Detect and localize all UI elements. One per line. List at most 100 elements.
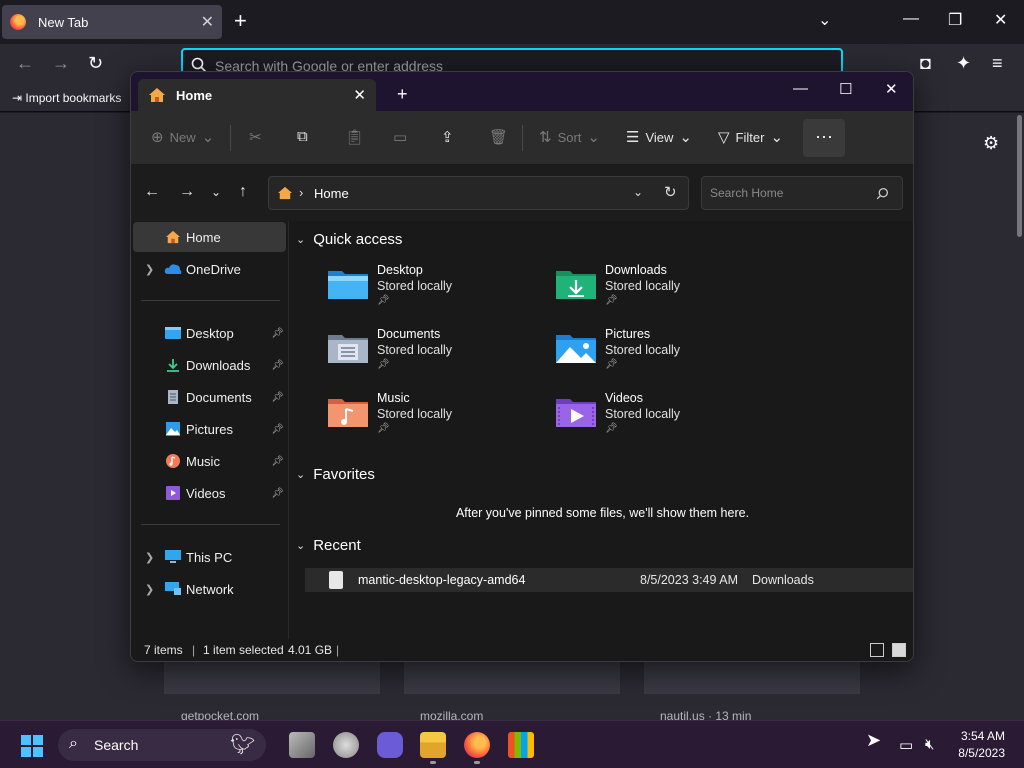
task-view-icon[interactable] (289, 732, 315, 758)
recent-header[interactable]: ⌄ Recent (296, 537, 361, 554)
back-icon[interactable]: ← (16, 53, 34, 74)
pin-icon: 📌︎ (271, 359, 284, 371)
music-folder-icon (328, 399, 368, 427)
quick-access-item[interactable]: Pictures Stored locally 📌︎ (555, 327, 755, 381)
import-bookmarks-link[interactable]: ⇥ Import bookmarks (12, 91, 121, 105)
file-date: 8/5/2023 3:49 AM (640, 573, 738, 587)
search-input[interactable]: Search Home (701, 176, 903, 210)
quick-access-header[interactable]: ⌄ Quick access (296, 231, 402, 248)
new-tab-button[interactable]: + (234, 10, 247, 32)
pin-icon: 📌︎ (605, 359, 618, 370)
top-site-tile[interactable] (164, 660, 380, 694)
section-title: Recent (313, 537, 361, 554)
browser-tab-bar: New Tab ✕ + ⌄ — ❐ ✕ (0, 0, 1024, 44)
delete-icon[interactable]: 🗑︎ (489, 128, 508, 146)
quick-access-item[interactable]: Documents Stored locally 📌︎ (327, 327, 527, 381)
taskbar-search[interactable]: ⌕ Search 🐦︎ (58, 729, 266, 761)
new-tab-button[interactable]: + (397, 84, 408, 105)
recent-locations-icon[interactable]: ⌄ (211, 185, 221, 199)
see-more-button[interactable]: ··· (803, 119, 845, 157)
list-tabs-icon[interactable]: ⌄ (818, 10, 831, 30)
reload-icon[interactable]: ↻ (88, 53, 103, 74)
explorer-tab[interactable]: Home ✕ (138, 79, 376, 111)
maximize-button[interactable]: ☐ (839, 80, 852, 98)
page-scrollbar[interactable] (1017, 115, 1022, 237)
share-icon[interactable]: ⇪ (441, 128, 454, 146)
view-button[interactable]: ☰ View ⌄ (626, 128, 692, 146)
chevron-right-icon[interactable]: ❯ (145, 551, 154, 564)
extensions-icon[interactable]: ✦ (956, 53, 971, 74)
recent-file-row[interactable]: mantic-desktop-legacy-amd64 8/5/2023 3:4… (305, 568, 913, 592)
filter-label: Filter (735, 129, 765, 145)
home-icon (278, 186, 292, 200)
divider (141, 524, 280, 525)
chevron-right-icon[interactable]: ❯ (145, 583, 154, 596)
quick-access-item[interactable]: Desktop Stored locally 📌︎ (327, 263, 527, 317)
clock-time[interactable]: 3:54 AM (950, 729, 1005, 743)
restore-button[interactable]: ❐ (948, 10, 962, 30)
network-status-icon[interactable]: ▭ (899, 736, 913, 754)
teams-chat-icon[interactable] (377, 732, 403, 758)
sidebar-item-videos[interactable]: Videos 📌︎ (133, 478, 286, 508)
close-tab-icon[interactable]: ✕ (201, 12, 214, 32)
sidebar-item-downloads[interactable]: Downloads 📌︎ (133, 350, 286, 380)
sidebar-item-network[interactable]: ❯ Network (133, 574, 286, 604)
top-site-tile[interactable] (644, 660, 860, 694)
widgets-icon[interactable] (333, 732, 359, 758)
top-site-tile[interactable] (404, 660, 620, 694)
volume-muted-icon[interactable]: 🔇︎ (925, 736, 934, 753)
close-tab-icon[interactable]: ✕ (353, 86, 366, 104)
up-icon[interactable]: ↑ (239, 183, 247, 201)
chevron-right-icon[interactable]: ❯ (145, 263, 154, 276)
tiles-view-icon[interactable] (892, 643, 906, 657)
copy-icon[interactable]: ⧉ (297, 128, 308, 145)
sidebar-label: Home (186, 229, 221, 245)
breadcrumb-home[interactable]: Home (314, 186, 349, 201)
menu-icon[interactable]: ≡ (992, 53, 1003, 74)
sidebar-item-documents[interactable]: Documents 📌︎ (133, 382, 286, 412)
quick-access-item[interactable]: Music Stored locally 📌︎ (327, 391, 527, 445)
new-button[interactable]: ⊕ New ⌄ (151, 128, 214, 146)
clock-date[interactable]: 8/5/2023 (950, 746, 1005, 760)
sidebar-item-this-pc[interactable]: ❯ This PC (133, 542, 286, 572)
sidebar-item-pictures[interactable]: Pictures 📌︎ (133, 414, 286, 444)
filter-button[interactable]: ▽ Filter ⌄ (718, 128, 783, 146)
item-status: Stored locally (605, 343, 681, 357)
breadcrumb[interactable]: › Home ⌄ ↻ (268, 176, 689, 210)
refresh-icon[interactable]: ↻ (664, 183, 677, 201)
sidebar-item-home[interactable]: Home (133, 222, 286, 252)
pocket-icon[interactable]: ◘ (920, 53, 931, 74)
minimize-button[interactable]: — (793, 80, 808, 97)
quick-access-item[interactable]: Downloads Stored locally 📌︎ (555, 263, 755, 317)
cut-icon[interactable]: ✂ (249, 128, 262, 146)
back-icon[interactable]: ← (144, 183, 160, 201)
item-status: Stored locally (377, 279, 453, 293)
sidebar-label: Network (186, 581, 234, 597)
gear-icon[interactable]: ⚙ (983, 133, 999, 154)
rename-icon[interactable]: ▭ (393, 128, 407, 146)
sort-button[interactable]: ⇅ Sort ⌄ (539, 128, 600, 146)
item-name: Music (377, 391, 410, 405)
quick-access-item[interactable]: Videos Stored locally 📌︎ (555, 391, 755, 445)
paste-icon[interactable]: 📋︎ (345, 128, 364, 146)
search-highlight-icon: 🐦︎ (230, 734, 256, 756)
pin-icon: 📌︎ (271, 391, 284, 403)
store-icon[interactable] (508, 732, 534, 758)
forward-icon[interactable]: → (52, 53, 70, 74)
forward-icon[interactable]: → (179, 183, 195, 201)
sidebar-label: Desktop (186, 325, 234, 341)
minimize-button[interactable]: — (903, 10, 919, 28)
browser-tab[interactable]: New Tab ✕ (2, 5, 222, 39)
file-explorer-icon[interactable] (420, 732, 446, 758)
close-button[interactable]: ✕ (994, 10, 1007, 30)
pictures-folder-icon (556, 335, 596, 363)
favorites-header[interactable]: ⌄ Favorites (296, 466, 375, 483)
firefox-icon[interactable] (464, 732, 490, 758)
sidebar-item-desktop[interactable]: Desktop 📌︎ (133, 318, 286, 348)
sidebar-item-onedrive[interactable]: ❯ OneDrive (133, 254, 286, 284)
sidebar-item-music[interactable]: Music 📌︎ (133, 446, 286, 476)
close-button[interactable]: ✕ (885, 80, 898, 98)
details-view-icon[interactable] (870, 643, 884, 657)
start-button[interactable] (21, 735, 43, 757)
chevron-down-icon[interactable]: ⌄ (633, 185, 643, 199)
